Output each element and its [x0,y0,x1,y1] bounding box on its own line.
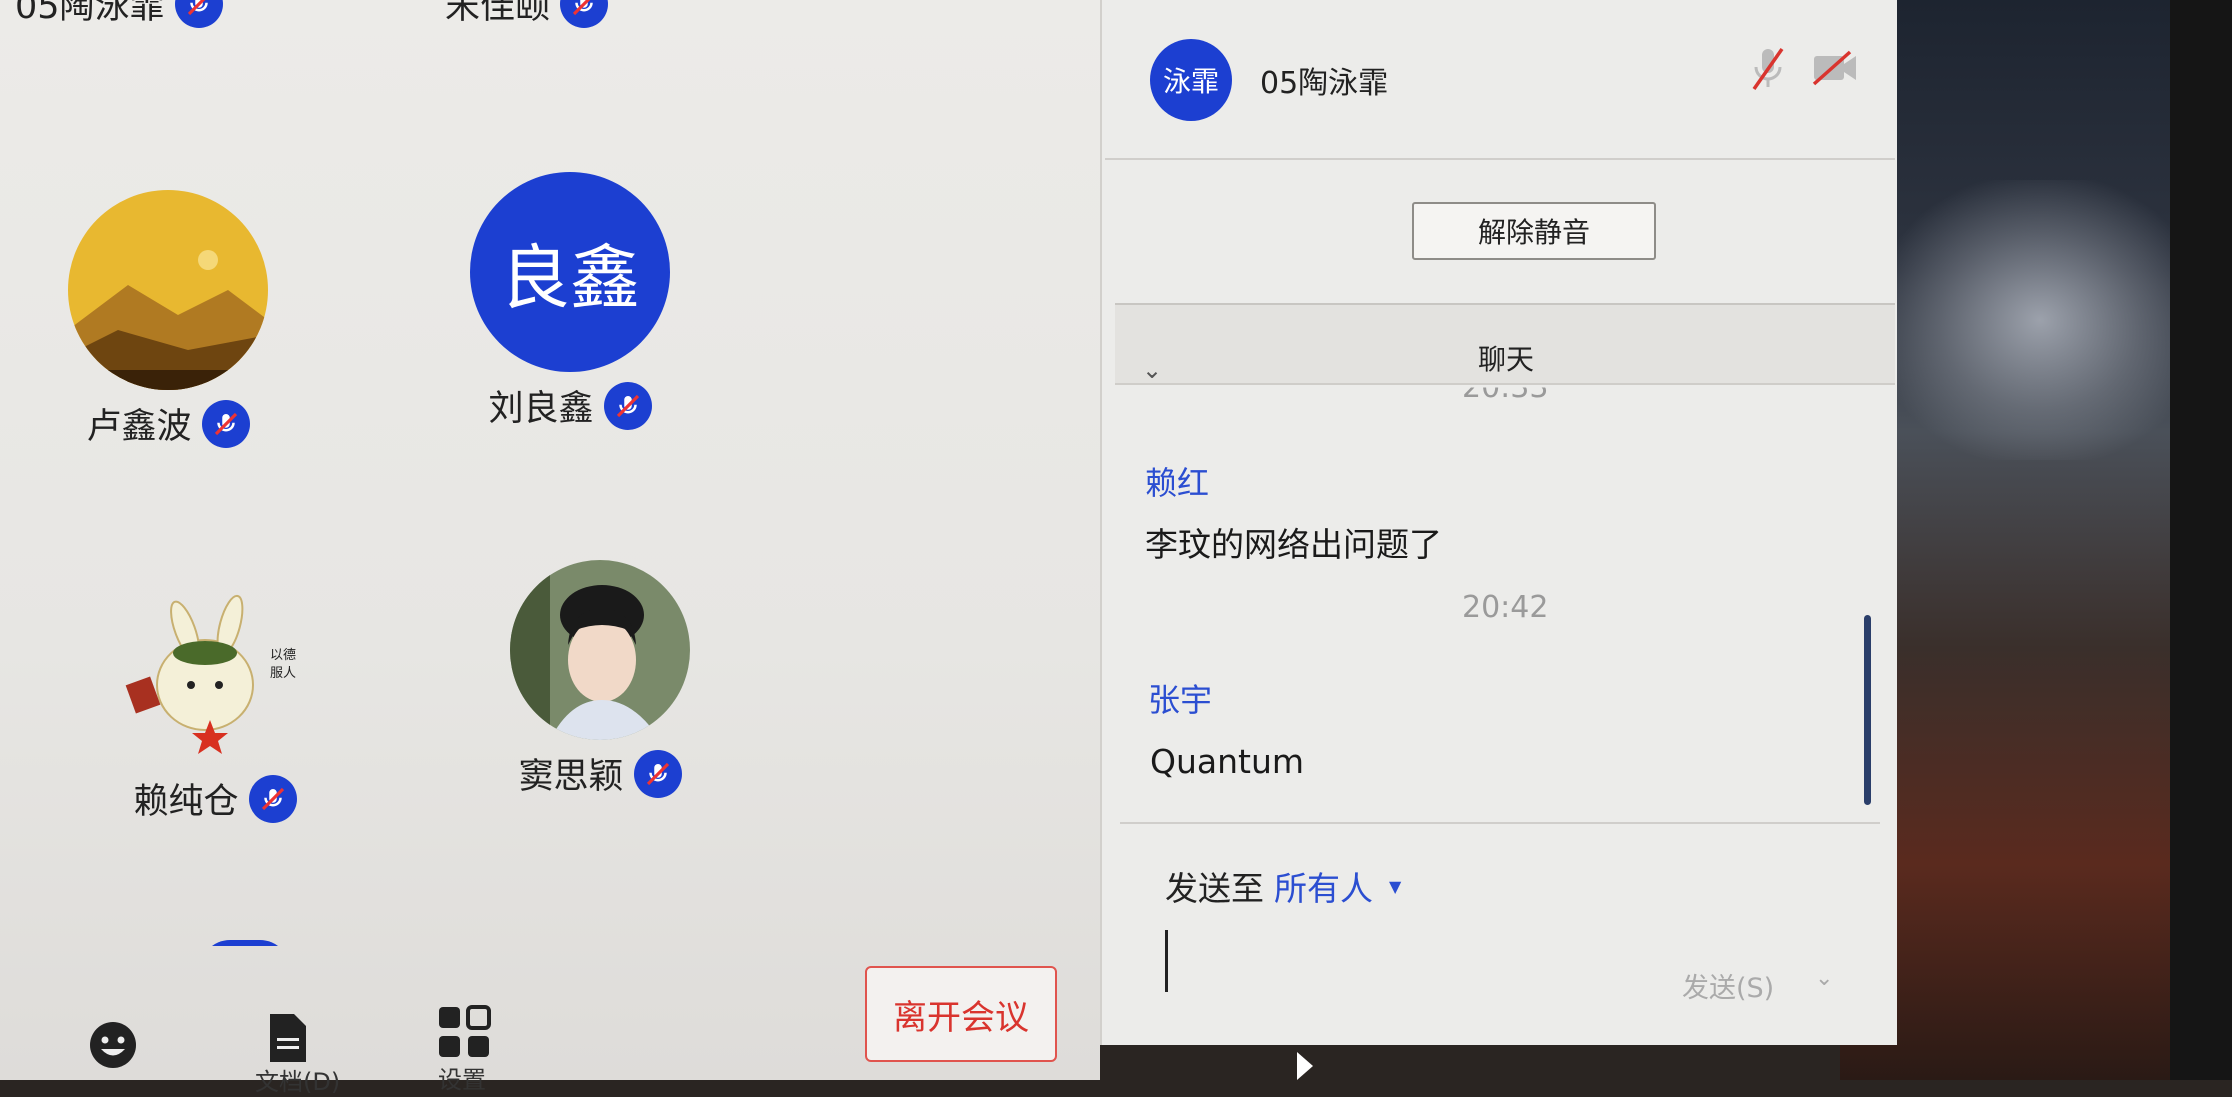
muted-mic-icon [201,399,250,448]
chat-scrollbar[interactable] [1864,615,1871,805]
rabbit-sticker-avatar: 以德服人 [115,585,315,765]
send-to-label: 发送至 [1165,869,1264,908]
sticker-caption: 以德服人 [269,648,296,681]
send-button[interactable]: 发送(S) [1682,966,1774,1005]
muted-mic-icon [248,774,297,823]
participant-gallery [0,0,1100,1080]
mic-off-icon[interactable] [1750,45,1786,93]
self-avatar: 泳霏 [1150,39,1232,121]
participant-name: 窦思颖 [518,757,624,797]
participant-name: 卢鑫波 [86,407,192,447]
participant-tile[interactable]: 05陶泳霏 [15,0,223,29]
divider [1120,822,1880,824]
participant-tile[interactable]: 卢鑫波 [58,190,278,449]
participant-name-row: 赖纯仓 [133,773,297,824]
portrait-avatar [510,560,690,740]
participant-name: 宋佳颐 [445,0,551,27]
participant-name-row: 宋佳颐 [445,0,609,29]
unmute-button[interactable]: 解除静音 [1412,202,1656,260]
camera-off-icon[interactable] [1810,48,1860,88]
send-to-target[interactable]: 所有人 [1274,862,1373,910]
chat-timestamp: 20:42 [1462,590,1549,625]
chat-title: 聊天 [1478,343,1535,376]
grid-icon[interactable] [437,1005,491,1059]
emoji-icon[interactable] [88,1020,138,1070]
participant-name: 05陶泳霏 [15,0,165,27]
muted-mic-icon [560,0,609,28]
participant-tile[interactable]: 以德服人 赖纯仓 [105,585,325,824]
muted-mic-icon [174,0,223,28]
participant-tile[interactable]: 宋佳颐 [445,0,609,29]
monitor-bezel [2170,0,2232,1080]
participant-name-row: 卢鑫波 [86,398,250,449]
chat-sender: 赖红 [1145,464,1210,502]
initials-avatar: 良鑫 [470,172,670,372]
document-icon[interactable] [268,1012,308,1064]
chevron-down-icon[interactable]: ⌄ [1815,966,1833,991]
background-fog [1880,180,2200,460]
participant-tile[interactable]: 良鑫 刘良鑫 [460,172,680,431]
participant-tile[interactable]: 窦思颖 [490,560,710,799]
participant-name-row: 刘良鑫 [488,380,652,431]
participant-name-row: 05陶泳霏 [15,0,223,29]
chat-sender: 张宇 [1148,681,1213,719]
send-to-selector[interactable]: 发送至 所有人 ▼ [1165,862,1401,910]
caret-down-icon[interactable]: ▼ [1389,877,1401,896]
divider [1105,158,1895,160]
mouse-pointer [1297,1052,1313,1080]
participant-name: 刘良鑫 [488,389,594,429]
muted-mic-icon [633,749,682,798]
landscape-avatar [68,190,268,390]
self-name: 05陶泳霏 [1260,66,1389,101]
chevron-down-icon[interactable]: ⌄ [1142,356,1162,384]
leave-meeting-button[interactable]: 离开会议 [865,966,1057,1062]
chat-input-cursor[interactable] [1165,930,1168,992]
muted-mic-icon [603,381,652,430]
chat-message: 李玟的网络出问题了 [1145,525,1442,564]
chat-message: Quantum [1150,742,1305,781]
toolbar-settings-label[interactable]: 设置 [438,1060,486,1095]
participant-name-row: 窦思颖 [518,748,682,799]
participant-name: 赖纯仓 [133,782,239,822]
